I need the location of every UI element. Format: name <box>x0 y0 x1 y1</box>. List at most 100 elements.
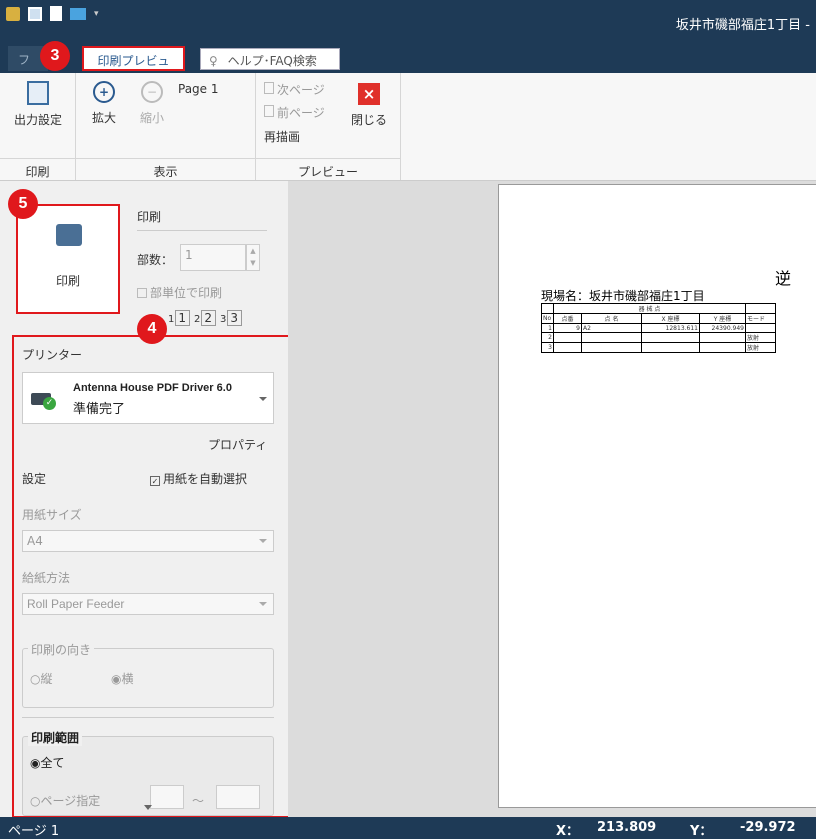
feed-dropdown-arrow <box>259 602 267 606</box>
range-label: 印刷範囲 <box>28 729 83 746</box>
all-pages-label: 全て <box>40 756 65 770</box>
callout-badge-4: 4 <box>137 314 167 344</box>
status-x-value: 213.809 <box>597 820 657 835</box>
paper-size-label: 用紙サイズ <box>22 508 82 522</box>
page-range-tilde: ～ <box>192 794 205 808</box>
site-name: 現場名：坂井市磯部福庄1丁目 <box>541 289 705 303</box>
page-spec-radio-dot: ○ <box>30 794 41 808</box>
paper-size-dropdown-arrow <box>259 539 267 543</box>
landscape-radio-dot: ◉ <box>111 672 122 686</box>
next-page-button[interactable]: 次ページ <box>264 81 325 98</box>
all-pages-radio-dot: ◉ <box>30 756 41 770</box>
copies-label: 部数： <box>137 253 174 267</box>
table-header-group-row: 器 械 点 <box>541 303 776 314</box>
next-page-label: 次ページ <box>277 83 325 97</box>
collate-pages-illustration: 112233 <box>168 310 243 326</box>
print-header: 印刷 <box>137 210 162 224</box>
auto-paper-checkbox[interactable]: ✓ 用紙を自動選択 <box>150 470 247 487</box>
printer-icon <box>56 224 82 246</box>
paper-size-select[interactable]: A4 <box>22 530 274 552</box>
range-divider <box>22 717 274 718</box>
callout-badge-5: 5 <box>8 189 38 219</box>
auto-paper-label: 用紙を自動選択 <box>163 472 248 486</box>
collate-page-3b: 3 <box>227 310 243 326</box>
ribbon-tabs: フ 印刷プレビュー ♀ ヘルプ･FAQ検索 <box>0 40 816 85</box>
feed-value: Roll Paper Feeder <box>27 597 125 611</box>
col-mode: モード <box>745 313 776 324</box>
portrait-radio[interactable]: ○縦 <box>30 670 53 687</box>
landscape-radio[interactable]: ◉横 <box>111 670 134 687</box>
redraw-button[interactable]: 再描画 <box>264 128 300 145</box>
landscape-label: 横 <box>121 672 134 686</box>
feed-select[interactable]: Roll Paper Feeder <box>22 593 274 615</box>
printer-status: 準備完了 <box>73 402 126 417</box>
collate-checkbox-box <box>137 288 147 298</box>
print-button-label: 印刷 <box>55 274 80 288</box>
output-settings-label: 出力設定 <box>13 113 62 127</box>
callout-badge-3: 3 <box>40 41 70 71</box>
ribbon-group-label-view: 表示 <box>76 158 255 180</box>
quick-access-toolbar: ▾ <box>6 6 99 21</box>
header-group-cell: 器 械 点 <box>553 303 746 314</box>
printer-section-label: プリンター <box>22 348 83 362</box>
prev-page-button[interactable]: 前ページ <box>264 104 325 121</box>
page-spec-radio[interactable]: ○ページ指定 <box>30 792 100 809</box>
printer-select[interactable]: ✓ Antenna House PDF Driver 6.0 準備完了 <box>22 372 274 424</box>
tab-print-preview[interactable]: 印刷プレビュー <box>82 46 185 85</box>
ribbon-group-preview: 次ページ 前ページ 再描画 × 閉じる プレビュー <box>256 73 401 180</box>
page-to-input[interactable] <box>216 785 260 809</box>
close-label: 閉じる <box>350 113 387 127</box>
printer-status-icon: ✓ <box>31 389 57 410</box>
auto-paper-checkbox-box: ✓ <box>150 476 160 486</box>
all-pages-radio[interactable]: ◉全て <box>30 754 65 771</box>
portrait-radio-dot: ○ <box>30 672 41 686</box>
table-row: 1 9 A2 12813.611 24390.949 <box>541 323 776 333</box>
col-x: X 座標 <box>641 313 700 324</box>
table-header-row: No 点番 点 名 X 座標 Y 座標 モード <box>541 313 776 324</box>
help-search-label: ヘルプ･FAQ検索 <box>227 54 317 68</box>
ribbon-group-view: + 拡大 − 縮小 Page 1 表示 <box>76 73 256 180</box>
portrait-label: 縦 <box>40 672 53 686</box>
ribbon-group-print: 出力設定 印刷 <box>0 73 76 180</box>
col-no: No <box>541 313 554 324</box>
qat-customize-icon[interactable]: ▾ <box>94 9 99 19</box>
table-row: 3 放射 <box>541 342 776 353</box>
table-row: 2 放射 <box>541 332 776 343</box>
collate-checkbox[interactable]: 部単位で印刷 <box>137 284 222 301</box>
report-table: 器 械 点 No 点番 点 名 X 座標 Y 座標 モード 1 9 A2 128… <box>541 303 776 353</box>
zoom-out-label: 縮小 <box>139 111 164 125</box>
paper-size-value: A4 <box>27 534 43 548</box>
print-button[interactable]: 印刷 <box>16 204 120 314</box>
print-header-divider <box>137 230 267 231</box>
zoom-in-icon: + <box>93 81 115 103</box>
scroll-down-icon[interactable] <box>144 805 152 810</box>
collate-label: 部単位で印刷 <box>150 286 223 300</box>
save-icon[interactable] <box>28 6 42 21</box>
page-spec-label: ページ指定 <box>40 794 101 808</box>
settings-label: 設定 <box>22 472 47 486</box>
print-settings-panel: 印刷 5 印刷 部数： 1 ▲ ▼ 部単位で印刷 112233 4 プリンター ✓… <box>0 181 291 818</box>
output-settings-button[interactable]: 出力設定 <box>4 81 72 128</box>
col-y: Y 座標 <box>699 313 746 324</box>
new-document-icon[interactable] <box>50 6 62 21</box>
zoom-out-button[interactable]: − 縮小 <box>134 81 170 126</box>
title-bar: ▾ 坂井市磯部福庄1丁目 - <box>0 0 816 40</box>
output-settings-icon <box>27 81 49 105</box>
ribbon: 出力設定 印刷 + 拡大 − 縮小 Page 1 表示 次ページ 前ページ 再描… <box>0 73 816 181</box>
printer-properties-link[interactable]: プロパティ <box>208 436 267 453</box>
zoom-in-label: 拡大 <box>91 111 116 125</box>
open-folder-icon[interactable] <box>70 7 86 20</box>
zoom-in-button[interactable]: + 拡大 <box>86 81 122 126</box>
help-search-box[interactable]: ♀ ヘルプ･FAQ検索 <box>200 48 340 70</box>
page-from-input[interactable] <box>150 785 184 809</box>
close-icon: × <box>358 83 380 105</box>
copies-spinner[interactable]: ▲ ▼ <box>246 244 260 271</box>
copies-input[interactable]: 1 <box>180 244 246 271</box>
status-y-label: Y： <box>690 824 713 839</box>
collate-page-2b: 2 <box>201 310 217 326</box>
status-bar: ページ 1 X： 213.809 Y： -29.972 <box>0 817 816 839</box>
close-preview-button[interactable]: × 閉じる <box>348 83 390 128</box>
col-name: 点 名 <box>581 313 642 324</box>
printer-name: Antenna House PDF Driver 6.0 <box>73 382 232 394</box>
status-y-value: -29.972 <box>740 820 796 835</box>
